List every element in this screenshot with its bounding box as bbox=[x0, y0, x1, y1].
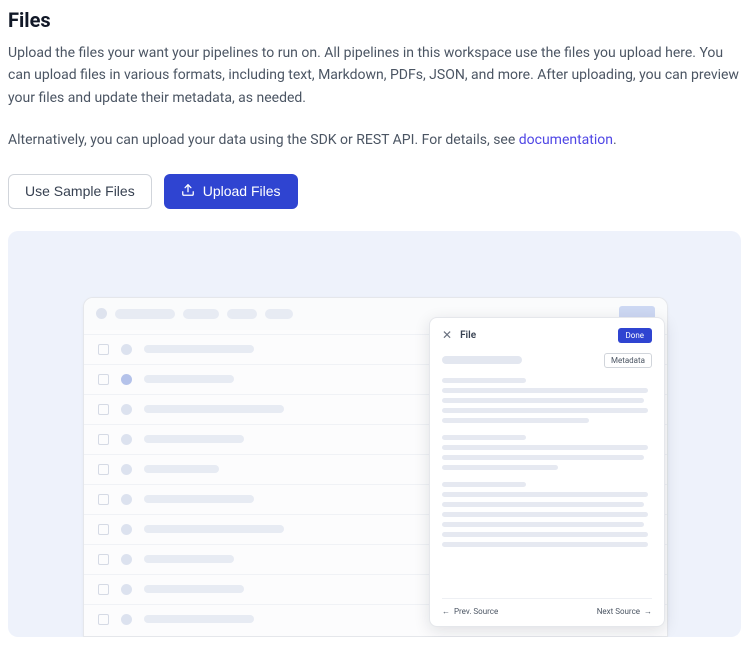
mock-header-bar bbox=[265, 309, 293, 319]
alt-text-suffix: . bbox=[613, 132, 617, 148]
next-source-button[interactable]: Next Source → bbox=[597, 607, 652, 616]
prev-source-button[interactable]: ← Prev. Source bbox=[442, 607, 498, 616]
page-description: Upload the files your want your pipeline… bbox=[8, 42, 741, 109]
mock-header-bar bbox=[183, 309, 219, 319]
documentation-link[interactable]: documentation bbox=[519, 132, 613, 148]
upload-files-button[interactable]: Upload Files bbox=[164, 174, 298, 209]
text-group bbox=[442, 435, 652, 470]
done-button[interactable]: Done bbox=[618, 328, 652, 343]
alt-text-prefix: Alternatively, you can upload your data … bbox=[8, 132, 519, 148]
arrow-right-icon: → bbox=[644, 607, 652, 616]
panel-footer: ← Prev. Source Next Source → bbox=[442, 598, 652, 616]
panel-header: ✕ File Done bbox=[442, 328, 652, 343]
metadata-chip[interactable]: Metadata bbox=[604, 353, 652, 368]
upload-icon bbox=[181, 183, 195, 200]
upload-button-label: Upload Files bbox=[203, 183, 281, 199]
text-group bbox=[442, 482, 652, 547]
meta-placeholder-bar bbox=[442, 356, 522, 364]
use-sample-files-button[interactable]: Use Sample Files bbox=[8, 174, 152, 209]
text-group bbox=[442, 378, 652, 423]
mock-header-bar bbox=[227, 309, 257, 319]
panel-body bbox=[442, 378, 652, 598]
mock-dot bbox=[96, 308, 107, 319]
alt-upload-text: Alternatively, you can upload your data … bbox=[8, 129, 741, 151]
next-label: Next Source bbox=[597, 607, 640, 616]
panel-meta-row: Metadata bbox=[442, 353, 652, 368]
button-row: Use Sample Files Upload Files bbox=[8, 174, 741, 209]
mock-header-bar bbox=[115, 309, 175, 319]
illustration-container: ✕ File Done Metadata bbox=[8, 231, 741, 637]
panel-title: File bbox=[460, 330, 476, 341]
arrow-left-icon: ← bbox=[442, 607, 450, 616]
page-title: Files bbox=[8, 8, 741, 32]
mock-detail-panel: ✕ File Done Metadata bbox=[429, 317, 665, 627]
prev-label: Prev. Source bbox=[454, 607, 498, 616]
close-icon[interactable]: ✕ bbox=[442, 328, 452, 342]
